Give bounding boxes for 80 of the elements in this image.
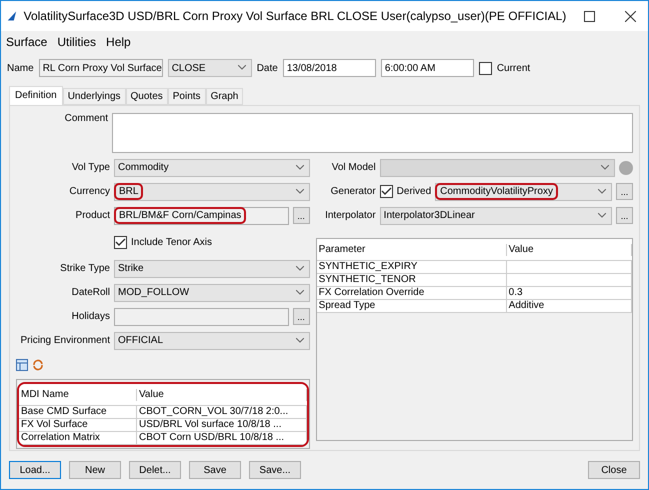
field-label: Vol Model: [330, 162, 376, 173]
field-label: DateRoll: [70, 287, 110, 298]
dropdown[interactable]: MOD_FOLLOW: [114, 284, 310, 302]
chevron-down-icon: [598, 212, 606, 218]
checkbox-label: Include Tenor Axis: [131, 236, 212, 248]
time-field[interactable]: 6:00:00 AM: [380, 59, 474, 77]
checkbox-label: Current: [496, 62, 530, 74]
tab[interactable]: Quotes: [126, 88, 168, 105]
table-cell: Spread Type: [316, 300, 507, 312]
checkbox[interactable]: [380, 185, 393, 198]
sail-logo-icon: [7, 9, 18, 23]
browse-button[interactable]: ...: [616, 207, 633, 224]
comment-field[interactable]: [112, 113, 633, 153]
dropdown[interactable]: Strike: [114, 260, 310, 278]
name-label: Name: [7, 62, 34, 74]
date-label: Date: [256, 62, 278, 74]
table-cell: 0.3: [506, 287, 632, 299]
chevron-down-icon: [296, 188, 304, 194]
checkbox-label: Derived: [396, 186, 432, 197]
column-header[interactable]: Value: [137, 388, 307, 400]
refresh-icon[interactable]: [32, 358, 44, 370]
field-label: Currency: [68, 186, 110, 197]
tab[interactable]: Graph: [206, 88, 244, 105]
table-cell: SYNTHETIC_TENOR: [316, 274, 507, 286]
text-field[interactable]: [114, 308, 289, 326]
table-cell: SYNTHETIC_EXPIRY: [316, 261, 507, 273]
table-cell: CBOT Corn USD/BRL 10/8/18 ...: [137, 432, 307, 444]
action-button[interactable]: Save: [189, 461, 241, 479]
table-cell: FX Vol Surface: [19, 419, 137, 431]
table-cell: USD/BRL Vol surface 10/8/18 ...: [137, 419, 307, 431]
column-header[interactable]: MDI Name: [19, 388, 137, 400]
browse-button[interactable]: ...: [292, 308, 310, 325]
action-button[interactable]: Delet...: [129, 461, 181, 479]
field-label: Product: [74, 210, 110, 221]
dropdown[interactable]: OFFICIAL: [114, 332, 310, 350]
tab[interactable]: Definition: [9, 86, 63, 105]
chevron-down-icon: [238, 65, 246, 70]
field-label: Pricing Environment: [20, 335, 110, 346]
chevron-down-icon: [296, 164, 304, 170]
column-header[interactable]: Value: [506, 244, 632, 256]
tab[interactable]: Points: [168, 88, 206, 105]
field-label: Interpolator: [324, 210, 376, 221]
chevron-down-icon: [296, 338, 304, 342]
chevron-down-icon: [296, 290, 304, 294]
table-cell: Additive: [506, 300, 632, 312]
action-button[interactable]: Load...: [9, 461, 61, 479]
table-cell: CBOT_CORN_VOL 30/7/18 2:0...: [137, 406, 307, 418]
browse-button[interactable]: ...: [292, 207, 310, 224]
column-header[interactable]: Parameter: [316, 244, 507, 256]
field-label: Comment: [64, 113, 108, 124]
action-button[interactable]: New: [69, 461, 121, 479]
type-dropdown[interactable]: CLOSE: [168, 59, 252, 77]
checkbox[interactable]: [114, 236, 127, 248]
chevron-down-icon: [296, 266, 304, 270]
menu-item[interactable]: Utilities: [52, 35, 102, 49]
field-label: Holidays: [70, 311, 110, 322]
menu-item[interactable]: Surface: [1, 35, 52, 49]
text-field[interactable]: BRL/BM&F Corn/Campinas: [114, 206, 289, 224]
menu-item[interactable]: Help: [101, 35, 136, 49]
table-cell: Base CMD Surface: [19, 406, 137, 418]
field-label: Generator: [330, 186, 376, 197]
action-button[interactable]: Save...: [249, 461, 301, 479]
browse-button[interactable]: ...: [616, 183, 633, 200]
date-field[interactable]: 13/08/2018: [282, 59, 376, 77]
name-field[interactable]: RL Corn Proxy Vol Surface: [38, 59, 163, 77]
dropdown[interactable]: BRL: [114, 182, 310, 200]
dropdown[interactable]: Commodity: [114, 158, 310, 176]
tab[interactable]: Underlyings: [62, 88, 126, 105]
chevron-down-icon: [601, 164, 609, 170]
field-label: Strike Type: [59, 263, 110, 274]
grid-icon[interactable]: [16, 358, 28, 370]
field-label: Vol Type: [70, 162, 110, 173]
dropdown[interactable]: Interpolator3DLinear: [380, 206, 612, 224]
chevron-down-icon: [598, 188, 606, 194]
checkbox[interactable]: [478, 62, 492, 74]
close-button[interactable]: Close: [588, 461, 640, 479]
dropdown[interactable]: CommodityVolatilityProxy: [435, 182, 612, 200]
table-cell: Correlation Matrix: [19, 432, 137, 444]
window-title: VolatilitySurface3D USD/BRL Corn Proxy Vol Surface BRL CLOSE User(calypso_user)(PE OFFICIAL): [24, 9, 566, 23]
table-cell: FX Correlation Override: [316, 287, 507, 299]
